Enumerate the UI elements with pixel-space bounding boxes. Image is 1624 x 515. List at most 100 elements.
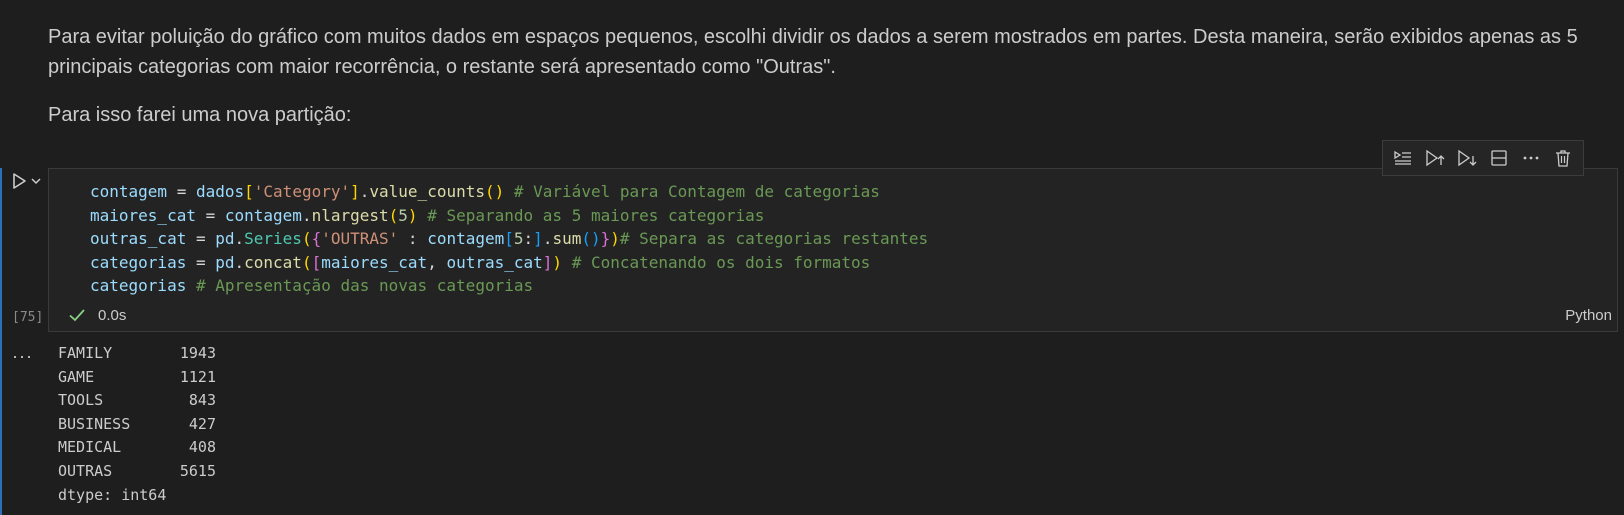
output-count: 1121 [179,367,216,386]
code-token: . [542,229,553,249]
output-category: GAME [58,367,95,386]
execution-time: 0.0s [98,306,127,324]
cell-status: 0.0s [68,306,126,324]
code-token: ( [388,205,399,225]
code-token: [ [244,182,254,201]
code-token: [ [504,229,514,249]
output-row: OUTRAS 5615 [58,460,216,484]
code-token: maiores_cat [321,252,428,272]
code-token: ] [350,182,360,201]
code-token: pd [215,252,235,272]
code-token: 'Category' [253,182,351,201]
output-count: 843 [188,391,216,410]
markdown-paragraph: Para evitar poluição do gráfico com muit… [48,26,1578,78]
code-token: ] [542,252,553,272]
cell-toolbar [1382,140,1584,176]
code-token: . [234,229,245,249]
code-token: pd [215,229,235,249]
code-token: [ [311,252,322,272]
code-token: () [484,182,505,201]
output-count: 1943 [179,344,216,362]
code-line: categorias = pd.concat([maiores_cat, out… [90,251,928,275]
code-token: sum [552,229,582,249]
code-token: 5 [398,205,408,225]
code-token: categorias [90,276,187,296]
code-token: : [523,229,534,249]
code-token: = [167,182,196,201]
output-row: TOOLS 843 [58,389,216,413]
output-row: MEDICAL 408 [58,436,216,460]
play-icon [13,173,26,189]
code-token: = [186,252,216,272]
delete-cell-icon [1556,150,1570,167]
markdown-paragraph: Para isso farei uma nova partição: [48,104,352,126]
execute-above-button[interactable] [1422,145,1448,171]
output-row: FAMILY 1943 [58,342,216,366]
code-token: . [234,252,245,272]
code-token: contagem [224,205,302,225]
code-token: , [427,252,447,272]
code-token: { [311,229,322,249]
code-comment: # Apresentação das novas categorias [186,276,534,296]
more-actions-icon [1523,156,1539,160]
code-token: contagem [90,182,168,201]
code-token: maiores_cat [90,205,196,225]
execute-below-button[interactable] [1454,145,1480,171]
code-token: } [600,229,611,249]
code-content[interactable]: contagem = dados['Category'].value_count… [90,180,928,298]
output-more-button[interactable]: ··· [12,346,33,367]
code-token: contagem [427,229,505,249]
code-token: outras_cat [446,252,543,272]
output-row: GAME 1121 [58,366,216,390]
output-row: BUSINESS 427 [58,413,216,437]
output-category: FAMILY [58,344,113,362]
run-by-line-button[interactable] [1390,145,1416,171]
split-cell-icon [1491,150,1507,166]
code-token: ) [610,229,620,249]
run-options-button[interactable] [30,174,42,186]
run-cell-button[interactable] [10,172,28,190]
code-token: ] [533,229,543,249]
cell-focus-indicator [0,168,2,515]
code-token: = [186,229,216,249]
split-cell-button[interactable] [1486,145,1512,171]
code-token: ) [407,205,418,225]
code-token: . [359,182,370,201]
code-token: nlargest [311,205,389,225]
code-line: categorias # Apresentação das novas cate… [90,274,928,298]
chevron-down-icon [31,178,41,185]
code-token: : [398,229,428,249]
code-token: dados [195,182,245,201]
code-comment: # Separa as categorias restantes [619,229,929,249]
code-token: () [581,229,601,249]
code-comment: # Variável para Contagem de categorias [504,182,880,201]
code-token: ( [301,252,312,272]
code-token: outras_cat [90,229,187,249]
output-category: BUSINESS [58,414,131,433]
delete-cell-button[interactable] [1550,145,1576,171]
code-line: outras_cat = pd.Series({'OUTRAS' : conta… [90,227,928,251]
more-actions-button[interactable] [1518,145,1544,171]
cell-output: FAMILY 1943 GAME 1121 TOOLS 843 BUSINESS 427 MED… [58,342,216,507]
code-line: maiores_cat = contagem.nlargest(5) # Sep… [90,204,928,228]
code-token: concat [244,252,302,272]
code-token: ( [301,229,312,249]
cell-language-button[interactable]: Python [1565,307,1612,324]
code-token: value_counts [369,182,485,201]
code-comment: # Concatenando os dois formatos [562,252,871,272]
output-category: OUTRAS [58,461,113,480]
code-comment: # Separando as 5 maiores categorias [417,205,765,225]
code-token: 'OUTRAS' [321,229,399,249]
output-count: 408 [188,438,216,457]
code-token: ) [552,252,563,272]
code-token: categorias [90,252,187,272]
code-token: . [301,205,312,225]
output-category: TOOLS [58,391,104,410]
code-line: contagem = dados['Category'].value_count… [90,180,928,204]
output-category: MEDICAL [58,438,122,457]
code-token: = [195,205,225,225]
output-dtype: dtype: int64 [58,485,167,504]
code-token: 5 [513,229,524,249]
markdown-cell: Para evitar poluição do gráfico com muit… [48,22,1624,150]
run-by-line-icon [1394,150,1411,165]
